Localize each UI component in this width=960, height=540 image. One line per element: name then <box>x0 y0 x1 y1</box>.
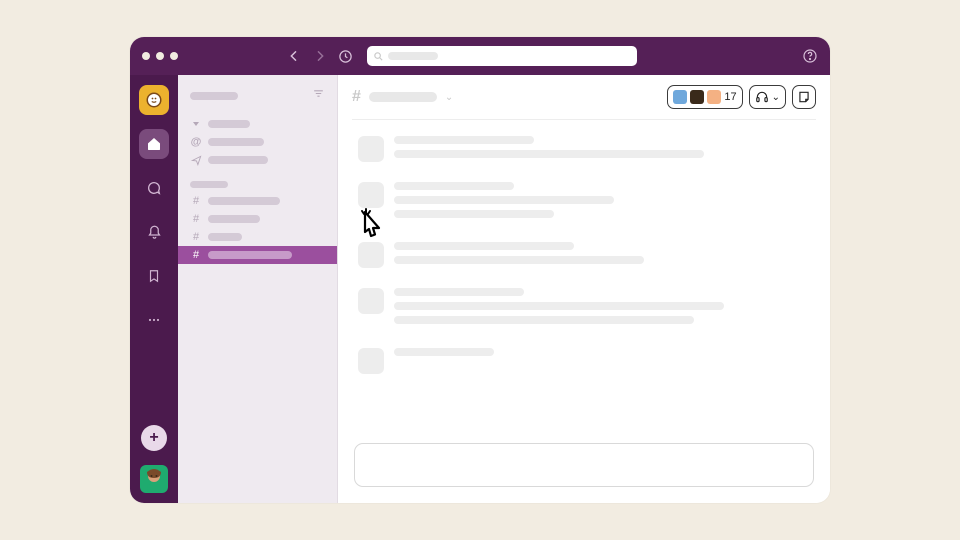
user-avatar[interactable] <box>140 465 168 493</box>
sidebar-nav-item[interactable] <box>178 151 337 169</box>
sidebar-item-label <box>208 251 292 259</box>
message-avatar[interactable] <box>358 288 384 314</box>
note-icon <box>797 90 811 104</box>
message-item[interactable] <box>358 242 810 270</box>
window-dot[interactable] <box>156 52 164 60</box>
sidebar-channel-item[interactable]: # <box>178 246 337 264</box>
message-text-line <box>394 182 514 190</box>
titlebar <box>130 37 830 75</box>
channel-sidebar: @ # # # # <box>178 75 338 503</box>
member-avatar <box>707 90 721 104</box>
sidebar-channel-item[interactable]: # <box>178 192 337 210</box>
message-text-line <box>394 136 534 144</box>
message-avatar[interactable] <box>358 348 384 374</box>
huddle-button[interactable]: ⌄ <box>749 85 786 109</box>
more-button[interactable] <box>139 305 169 335</box>
nav-forward-button[interactable] <box>310 48 330 64</box>
window-dot[interactable] <box>170 52 178 60</box>
message-text-line <box>394 196 614 204</box>
message-item[interactable] <box>358 288 810 330</box>
message-composer[interactable] <box>354 443 814 487</box>
message-item[interactable] <box>358 348 810 374</box>
filter-button[interactable] <box>312 87 325 105</box>
main-pane: # ⌄ 17 ⌄ <box>338 75 830 503</box>
bell-icon <box>147 225 162 240</box>
message-text-line <box>394 348 494 356</box>
member-avatar <box>673 90 687 104</box>
chevron-down-icon[interactable]: ⌄ <box>445 92 453 103</box>
chevron-down-icon: ⌄ <box>772 92 780 103</box>
message-item[interactable] <box>358 136 810 164</box>
sidebar-item-label <box>208 197 280 205</box>
window-controls[interactable] <box>142 52 178 60</box>
channel-name[interactable] <box>369 92 437 102</box>
help-button[interactable] <box>802 48 818 64</box>
mention-icon: @ <box>190 136 202 148</box>
message-text-line <box>394 210 554 218</box>
sidebar-channel-item[interactable]: # <box>178 228 337 246</box>
saved-button[interactable] <box>139 261 169 291</box>
sidebar-channel-item[interactable]: # <box>178 210 337 228</box>
activity-button[interactable] <box>139 217 169 247</box>
message-avatar[interactable] <box>358 136 384 162</box>
message-text-line <box>394 316 694 324</box>
sidebar-item-label <box>208 156 268 164</box>
message-text-line <box>394 150 704 158</box>
hash-icon: # <box>190 213 202 225</box>
window-dot[interactable] <box>142 52 150 60</box>
workspace-rail: + <box>130 75 178 503</box>
sidebar-item-label <box>208 120 250 128</box>
hash-icon: # <box>190 231 202 243</box>
sidebar-item-label <box>208 215 260 223</box>
caret-icon <box>190 119 202 129</box>
search-icon <box>373 51 384 62</box>
channel-header: # ⌄ 17 ⌄ <box>338 75 830 119</box>
search-input[interactable] <box>367 46 637 66</box>
message-avatar[interactable] <box>358 242 384 268</box>
sidebar-nav-item[interactable] <box>178 115 337 133</box>
home-icon <box>146 136 162 152</box>
canvas-button[interactable] <box>792 85 816 109</box>
member-avatar <box>690 90 704 104</box>
bookmark-icon <box>147 269 161 283</box>
dms-button[interactable] <box>139 173 169 203</box>
message-list[interactable] <box>338 120 830 437</box>
ellipsis-icon <box>146 312 162 328</box>
app-window: + @ # # # # # ⌄ <box>130 37 830 503</box>
sidebar-section-header[interactable] <box>190 181 228 188</box>
search-placeholder <box>388 52 438 60</box>
message-text-line <box>394 302 724 310</box>
message-text-line <box>394 242 574 250</box>
workspace-switcher[interactable] <box>139 85 169 115</box>
hash-icon: # <box>190 195 202 207</box>
headphones-icon <box>755 90 769 104</box>
send-icon <box>190 155 202 166</box>
sidebar-item-label <box>208 233 242 241</box>
home-button[interactable] <box>139 129 169 159</box>
hash-icon: # <box>352 88 361 106</box>
message-text-line <box>394 288 524 296</box>
history-button[interactable] <box>336 49 355 64</box>
hash-icon: # <box>190 249 202 261</box>
create-button[interactable]: + <box>141 425 167 451</box>
sidebar-nav-item[interactable]: @ <box>178 133 337 151</box>
workspace-name[interactable] <box>190 92 238 100</box>
message-avatar[interactable] <box>358 182 384 208</box>
message-text-line <box>394 256 644 264</box>
message-item[interactable] <box>358 182 810 224</box>
chat-icon <box>146 180 162 196</box>
sidebar-item-label <box>208 138 264 146</box>
members-count: 17 <box>724 91 736 103</box>
members-button[interactable]: 17 <box>667 85 742 109</box>
nav-back-button[interactable] <box>284 48 304 64</box>
